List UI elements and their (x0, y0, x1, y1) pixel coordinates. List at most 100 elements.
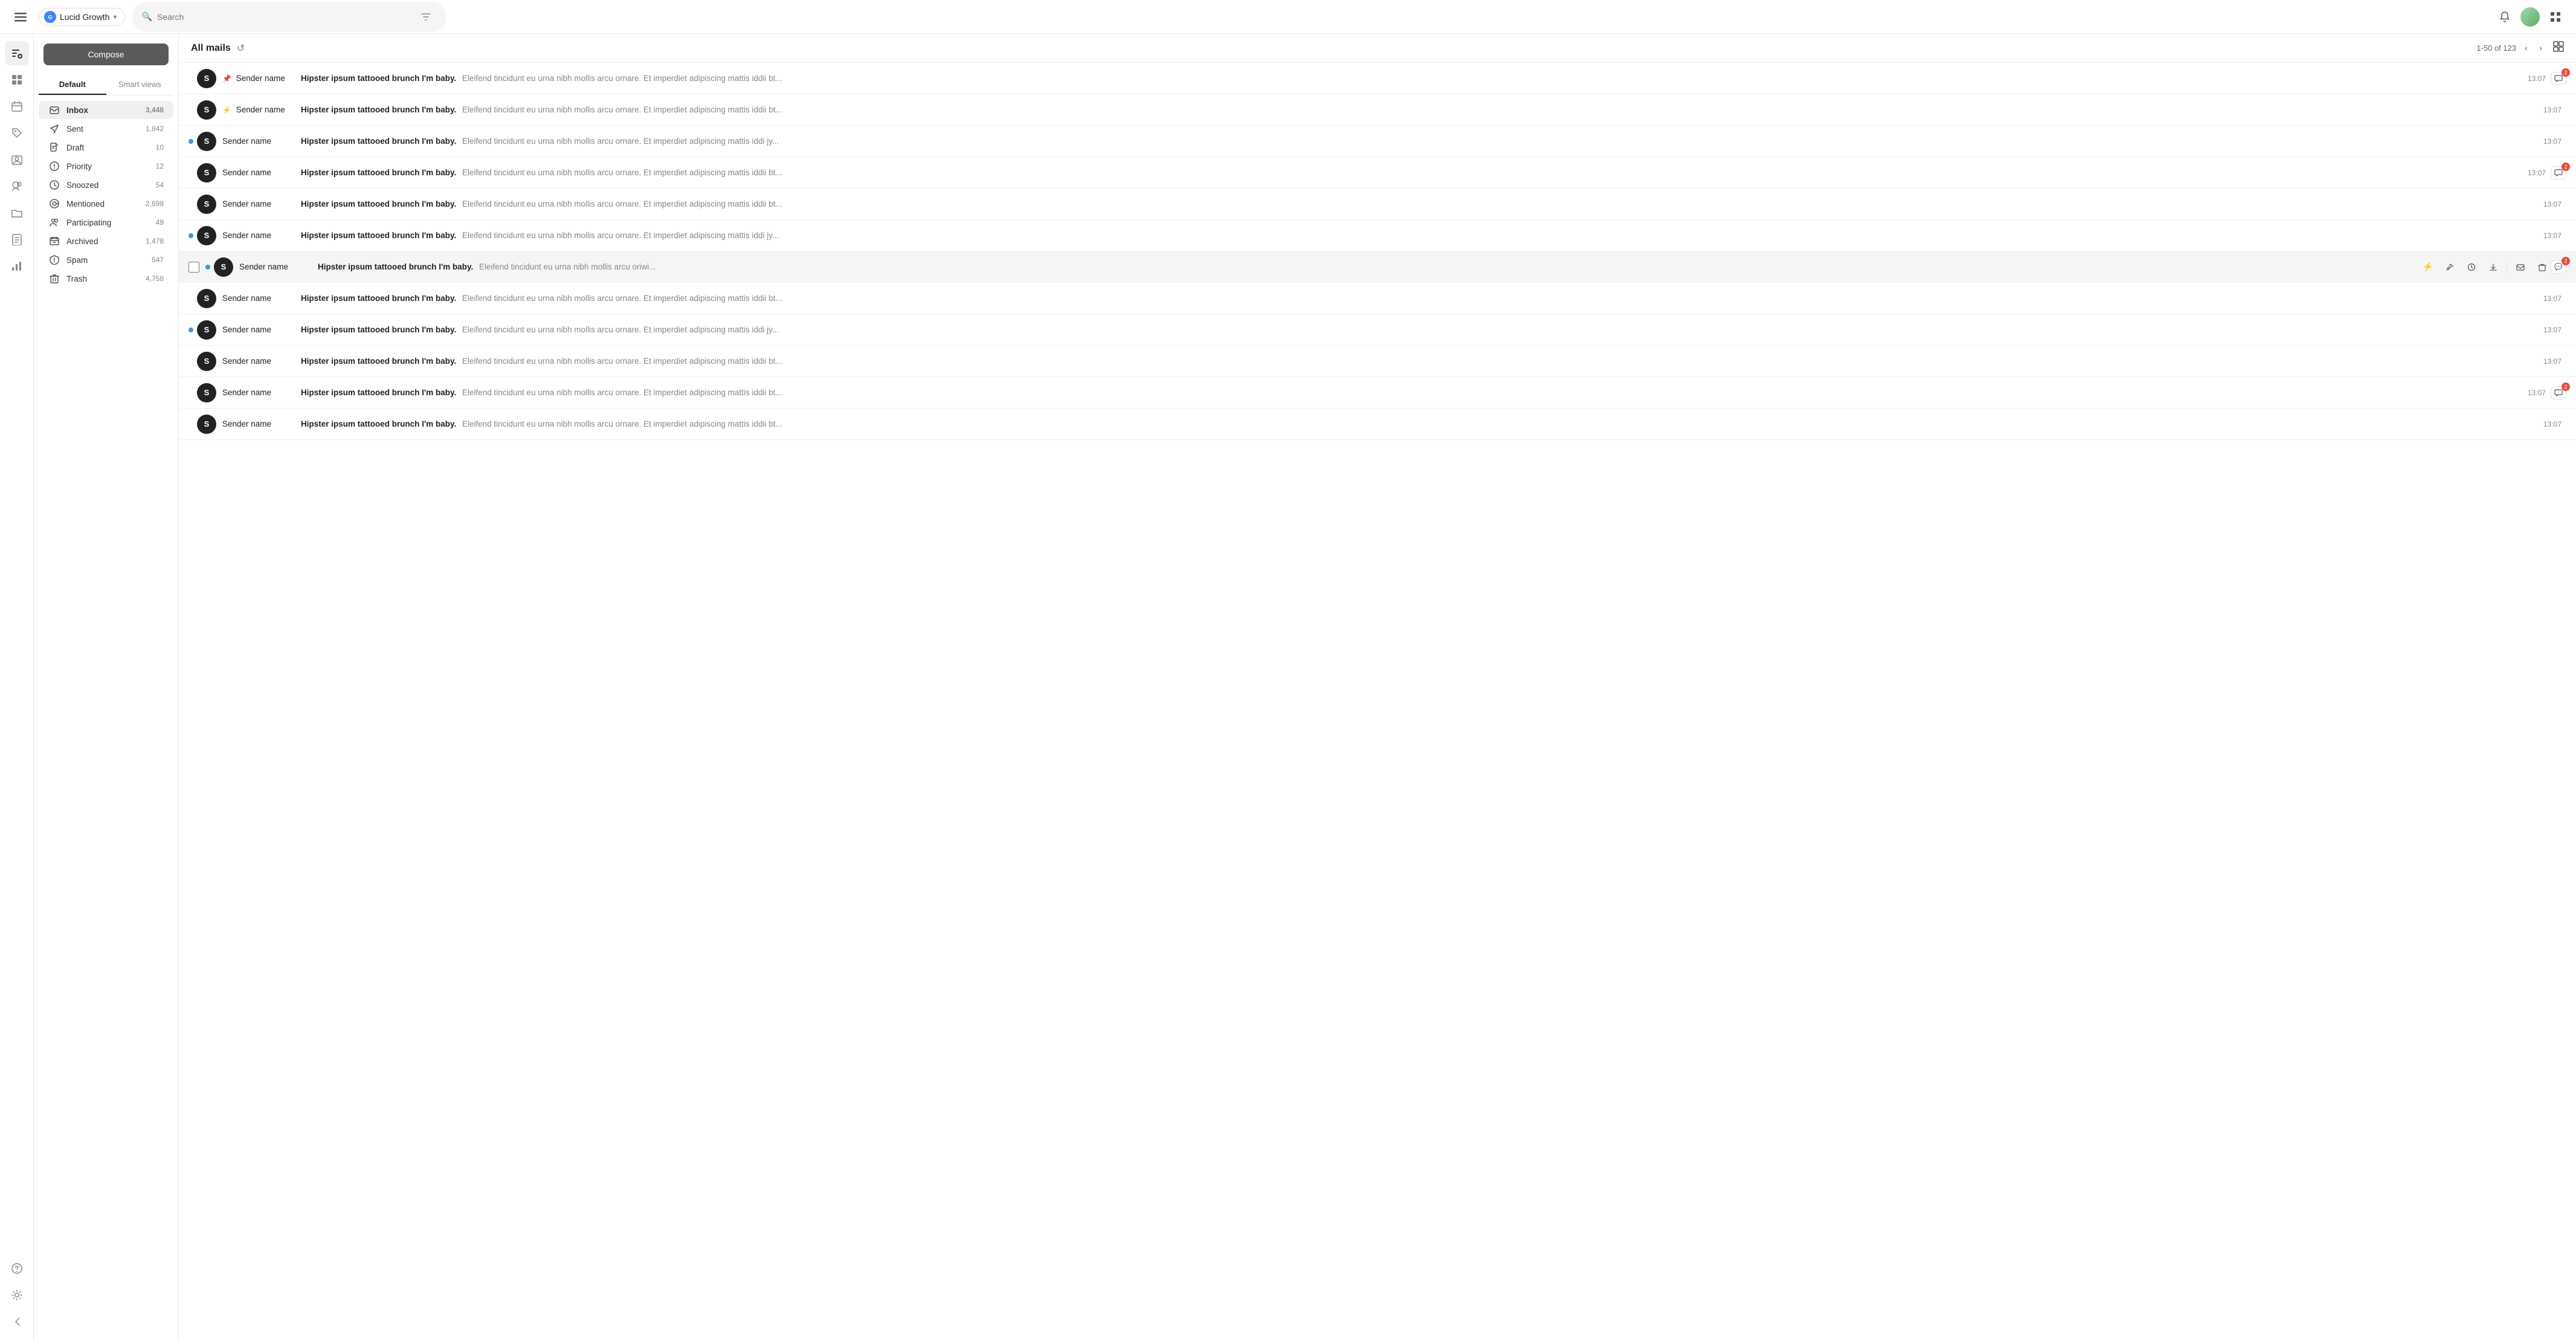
email-checkbox[interactable] (188, 262, 199, 273)
sender-name: Sender name (222, 325, 301, 334)
email-preview: Eleifend tincidunt eu urna nibh mollis a… (460, 325, 2536, 334)
snooze-action-button[interactable] (2463, 259, 2480, 276)
search-icon: 🔍 (142, 11, 152, 22)
comment-badge: 2 (2551, 166, 2566, 179)
snoozed-icon (48, 180, 60, 190)
nav-count-draft: 10 (156, 143, 164, 152)
email-preview: Eleifend tincidunt eu urna nibh mollis a… (460, 168, 2520, 177)
email-subject: Hipster ipsum tattooed brunch I'm baby. (301, 325, 456, 334)
workspace-name: Lucid Growth (60, 12, 109, 22)
nav-count-archived: 1,478 (146, 237, 164, 245)
email-subject: Hipster ipsum tattooed brunch I'm baby. (301, 294, 456, 303)
sidebar-item-trash[interactable]: Trash 4,758 (39, 270, 173, 288)
prev-page-button[interactable]: ‹ (2521, 41, 2531, 55)
rail-calendar-icon[interactable] (5, 94, 29, 118)
table-row[interactable]: S Sender name Hipster ipsum tattooed bru… (179, 126, 2576, 157)
sender-name: Sender name (222, 357, 301, 366)
tab-smart-views[interactable]: Smart views (106, 75, 174, 95)
sender-name: Sender name (222, 137, 301, 146)
filter-button[interactable] (415, 6, 437, 28)
email-time: 13:07 (2543, 106, 2562, 114)
trash-icon (48, 274, 60, 283)
table-row[interactable]: S Sender name Hipster ipsum tattooed bru… (179, 251, 2576, 283)
comment-badge: 💬2 (2551, 260, 2566, 274)
hamburger-button[interactable] (10, 6, 31, 28)
sidebar-item-inbox[interactable]: Inbox 3,448 (39, 101, 173, 119)
sender-name: Sender name (222, 231, 301, 240)
participating-icon (48, 218, 60, 227)
rail-collapse-icon[interactable] (5, 1310, 29, 1334)
sidebar-tabs: Default Smart views (39, 75, 173, 95)
email-action-icons: ⚡ (2420, 259, 2551, 276)
trash-action-button[interactable] (2534, 259, 2551, 276)
mail-list-pane: All mails ↺ 1-50 of 123 ‹ › (179, 34, 2576, 1341)
sidebar-item-participating[interactable]: Participating 49 (39, 213, 173, 231)
table-row[interactable]: S ⚡ Sender name Hipster ipsum tattooed b… (179, 94, 2576, 126)
sender-avatar: S (197, 163, 216, 183)
workspace-logo: G (44, 11, 56, 23)
rail-search-people-icon[interactable] (5, 174, 29, 198)
rail-contacts-icon[interactable] (5, 147, 29, 172)
email-subject: Hipster ipsum tattooed brunch I'm baby. (301, 105, 456, 114)
sidebar-item-priority[interactable]: Priority 12 (39, 157, 173, 175)
pagination-text: 1-50 of 123 (2476, 44, 2516, 53)
nav-count-sent: 1,842 (146, 124, 164, 133)
email-preview: Eleifend tincidunt eu urna nibh mollis a… (460, 419, 2536, 428)
sent-icon (48, 124, 60, 134)
sidebar-item-sent[interactable]: Sent 1,842 (39, 120, 173, 138)
bolt-action-button[interactable]: ⚡ (2420, 259, 2436, 276)
email-preview: Eleifend tincidunt eu urna nibh mollis a… (460, 137, 2536, 146)
nav-label-trash: Trash (66, 274, 146, 283)
download-action-button[interactable] (2485, 259, 2502, 276)
apps-grid-button[interactable] (2545, 6, 2566, 28)
workspace-selector[interactable]: G Lucid Growth ▾ (39, 8, 125, 26)
sidebar-item-snoozed[interactable]: Snoozed 54 (39, 176, 173, 194)
email-preview: Eleifend tincidunt eu urna nibh mollis a… (477, 262, 2415, 271)
email-time: 13:07 (2528, 389, 2546, 397)
sender-avatar: S (197, 415, 216, 434)
pin-action-button[interactable] (2441, 259, 2458, 276)
email-preview: Eleifend tincidunt eu urna nibh mollis a… (460, 388, 2520, 397)
table-row[interactable]: S Sender name Hipster ipsum tattooed bru… (179, 409, 2576, 440)
rail-compose-icon[interactable] (5, 41, 29, 65)
rail-tag-icon[interactable] (5, 121, 29, 145)
rail-settings-icon[interactable] (5, 1283, 29, 1307)
table-row[interactable]: S Sender name Hipster ipsum tattooed bru… (179, 283, 2576, 314)
sender-avatar: S (197, 320, 216, 340)
nav-label-mentioned: Mentioned (66, 199, 146, 208)
sidebar-item-mentioned[interactable]: Mentioned 2,698 (39, 195, 173, 213)
sender-avatar: S (197, 289, 216, 308)
email-time: 13:07 (2543, 137, 2562, 146)
sidebar-item-archived[interactable]: Archived 1,478 (39, 232, 173, 250)
mark-action-button[interactable] (2512, 259, 2529, 276)
sidebar-item-spam[interactable]: Spam 547 (39, 251, 173, 269)
compose-button[interactable]: Compose (43, 44, 169, 65)
table-row[interactable]: S Sender name Hipster ipsum tattooed bru… (179, 220, 2576, 251)
table-row[interactable]: S Sender name Hipster ipsum tattooed bru… (179, 346, 2576, 377)
search-input[interactable] (157, 12, 410, 22)
nav-count-snoozed: 54 (156, 181, 164, 189)
tab-default[interactable]: Default (39, 75, 106, 95)
table-row[interactable]: S 📌 Sender name Hipster ipsum tattooed b… (179, 63, 2576, 94)
table-row[interactable]: S Sender name Hipster ipsum tattooed bru… (179, 314, 2576, 346)
email-time: 13:07 (2543, 326, 2562, 334)
rail-help-icon[interactable] (5, 1256, 29, 1281)
rail-dashboard-icon[interactable] (5, 68, 29, 92)
table-row[interactable]: S Sender name Hipster ipsum tattooed bru… (179, 157, 2576, 189)
refresh-button[interactable]: ↺ (237, 42, 245, 54)
search-bar[interactable]: 🔍 (132, 2, 446, 32)
nav-label-participating: Participating (66, 218, 156, 227)
nav-label-inbox: Inbox (66, 106, 146, 115)
icon-rail (0, 34, 34, 1341)
user-avatar[interactable] (2520, 7, 2540, 27)
next-page-button[interactable]: › (2536, 41, 2546, 55)
table-row[interactable]: S Sender name Hipster ipsum tattooed bru… (179, 189, 2576, 220)
rail-analytics-icon[interactable] (5, 254, 29, 278)
rail-notes-icon[interactable] (5, 227, 29, 251)
layout-toggle-button[interactable] (2553, 41, 2564, 55)
sidebar-item-draft[interactable]: Draft 10 (39, 138, 173, 157)
email-list: S 📌 Sender name Hipster ipsum tattooed b… (179, 63, 2576, 440)
table-row[interactable]: S Sender name Hipster ipsum tattooed bru… (179, 377, 2576, 409)
rail-folder-icon[interactable] (5, 201, 29, 225)
notifications-button[interactable] (2494, 6, 2516, 28)
